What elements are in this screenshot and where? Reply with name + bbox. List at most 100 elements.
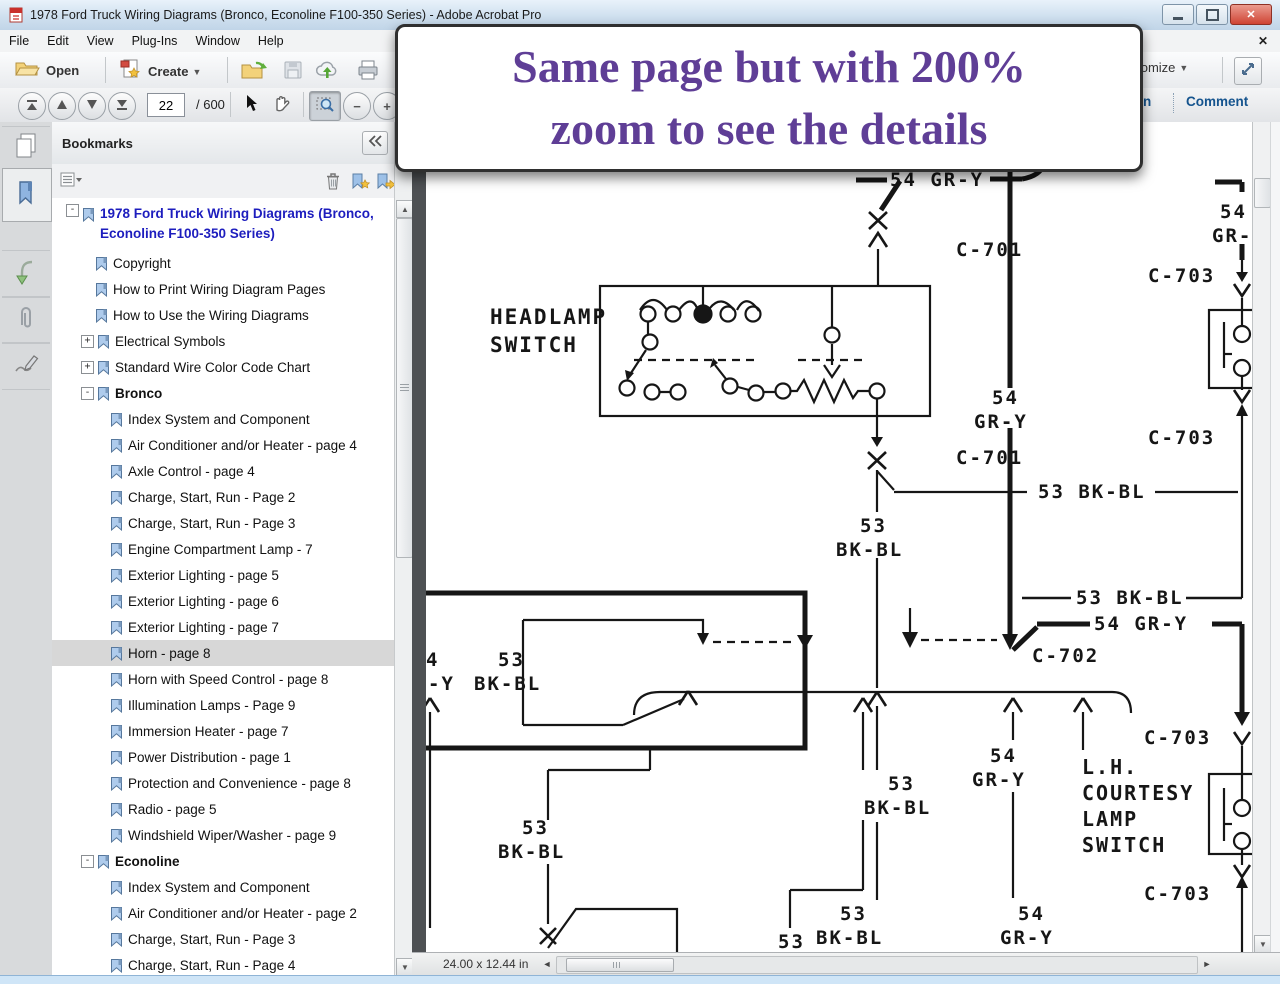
page-thumbnails-button[interactable] [2,126,50,170]
menu-view[interactable]: View [78,32,123,50]
attachments-button[interactable] [2,296,50,344]
open-button[interactable]: Open [14,58,79,83]
bookmark-item[interactable]: Horn with Speed Control - page 8 [52,666,394,692]
bookmark-item-label[interactable]: Copyright [113,256,171,271]
previous-page-button[interactable] [48,92,76,120]
vscroll-thumb[interactable] [1254,178,1271,208]
hand-tool-button[interactable] [266,91,296,119]
bookmark-item[interactable]: Exterior Lighting - page 7 [52,614,394,640]
bookmark-item[interactable]: - Econoline [52,848,394,874]
collapse-expander-icon[interactable]: - [81,387,94,400]
bookmark-item-label[interactable]: Axle Control - page 4 [128,464,255,479]
bookmark-item[interactable]: Immersion Heater - page 7 [52,718,394,744]
first-page-button[interactable] [18,92,46,120]
menu-window[interactable]: Window [186,32,248,50]
bookmark-item[interactable]: Axle Control - page 4 [52,458,394,484]
bookmark-item-label[interactable]: Index System and Component [128,880,310,895]
bookmark-item[interactable]: -1978 Ford Truck Wiring Diagrams (Bronco… [52,204,394,250]
tab-comment[interactable]: Comment [1186,94,1248,109]
bookmark-item[interactable]: + Standard Wire Color Code Chart [52,354,394,380]
bookmark-item-label[interactable]: Electrical Symbols [115,334,225,349]
bookmark-item[interactable]: How to Print Wiring Diagram Pages [52,276,394,302]
bookmark-item-label[interactable]: Power Distribution - page 1 [128,750,291,765]
bookmark-item-label[interactable]: Standard Wire Color Code Chart [115,360,310,375]
bookmark-item-label[interactable]: Charge, Start, Run - Page 4 [128,958,295,973]
hscroll-thumb[interactable] [566,958,674,972]
bookmark-item[interactable]: Horn - page 8 [52,640,394,666]
create-button[interactable]: Create ▼ [118,58,201,85]
bookmark-item[interactable]: Air Conditioner and/or Heater - page 2 [52,900,394,926]
menu-file[interactable]: File [0,32,38,50]
bookmark-item[interactable]: How to Use the Wiring Diagrams [52,302,394,328]
bookmark-item-label[interactable]: Air Conditioner and/or Heater - page 4 [128,438,357,453]
bookmark-item[interactable]: Charge, Start, Run - Page 3 [52,926,394,952]
delete-bookmark-button[interactable] [325,172,341,195]
bookmark-item[interactable]: Radio - page 5 [52,796,394,822]
bookmark-item[interactable]: Protection and Convenience - page 8 [52,770,394,796]
marquee-zoom-button[interactable] [309,91,341,121]
bookmark-item-label[interactable]: Air Conditioner and/or Heater - page 2 [128,906,357,921]
minimize-button[interactable] [1162,4,1194,25]
uturn-arrow-button[interactable] [2,250,50,298]
bookmark-item-label[interactable]: Exterior Lighting - page 6 [128,594,279,609]
bookmark-item-label[interactable]: Charge, Start, Run - Page 3 [128,516,295,531]
bookmark-item-label[interactable]: Horn with Speed Control - page 8 [128,672,328,687]
hscroll-right-button[interactable]: ► [1200,957,1214,971]
page-number-input[interactable] [147,93,185,117]
bookmark-item-label[interactable]: Immersion Heater - page 7 [128,724,289,739]
bookmark-item-label[interactable]: Exterior Lighting - page 5 [128,568,279,583]
hscroll-left-button[interactable]: ◄ [540,957,554,971]
bookmark-item[interactable]: Air Conditioner and/or Heater - page 4 [52,432,394,458]
bookmark-item-label[interactable]: Charge, Start, Run - Page 3 [128,932,295,947]
bookmark-item-label[interactable]: Horn - page 8 [128,646,211,661]
save-button[interactable] [282,59,304,86]
print-button[interactable] [356,59,380,86]
bookmark-item[interactable]: Illumination Lamps - Page 9 [52,692,394,718]
bookmark-item[interactable]: Charge, Start, Run - Page 3 [52,510,394,536]
scrollbar-thumb[interactable] [396,218,413,558]
bookmark-item-label[interactable]: Windshield Wiper/Washer - page 9 [128,828,336,843]
bookmark-item[interactable]: Charge, Start, Run - Page 2 [52,484,394,510]
collapse-expander-icon[interactable]: - [66,204,79,217]
close-menubar-icon[interactable]: ✕ [1258,34,1268,48]
fullscreen-button[interactable] [1234,57,1262,85]
bookmark-item[interactable]: Copyright [52,250,394,276]
expand-expander-icon[interactable]: + [81,335,94,348]
last-page-button[interactable] [108,92,136,120]
pdf-page[interactable]: HEADLAMPSWITCH54 GR-YC-70154GR-YC-70153 … [426,122,1252,952]
bookmarks-scrollbar[interactable]: ▲ ▼ [394,122,413,975]
bookmark-item[interactable]: Engine Compartment Lamp - 7 [52,536,394,562]
bookmark-item-label[interactable]: Charge, Start, Run - Page 2 [128,490,295,505]
bookmark-arrow-button[interactable] [375,172,396,196]
bookmark-item-label[interactable]: Econoline [115,854,180,869]
collapse-panel-button[interactable] [362,131,388,155]
next-page-button[interactable] [78,92,106,120]
bookmark-item-label[interactable]: Bronco [115,386,162,401]
bookmark-item[interactable]: Windshield Wiper/Washer - page 9 [52,822,394,848]
new-bookmark-button[interactable] [350,172,371,196]
bookmark-item[interactable]: Power Distribution - page 1 [52,744,394,770]
zoom-out-button[interactable]: − [343,92,371,120]
bookmark-item-label[interactable]: Exterior Lighting - page 7 [128,620,279,635]
menu-edit[interactable]: Edit [38,32,78,50]
menu-plugins[interactable]: Plug-Ins [123,32,187,50]
bookmarks-panel-button[interactable] [2,168,52,222]
bookmark-item[interactable]: + Electrical Symbols [52,328,394,354]
document-hscrollbar[interactable] [556,956,1198,974]
upload-cloud-button[interactable] [314,59,341,86]
maximize-button[interactable] [1196,4,1228,25]
bookmark-item-label[interactable]: Radio - page 5 [128,802,217,817]
document-vscrollbar[interactable]: ▼ [1252,122,1271,952]
bookmark-item-label[interactable]: How to Print Wiring Diagram Pages [113,282,325,297]
bookmark-options-button[interactable] [60,172,82,192]
bookmark-item[interactable]: Index System and Component [52,874,394,900]
combine-files-button[interactable] [240,59,267,86]
select-tool-button[interactable] [236,91,266,119]
collapse-expander-icon[interactable]: - [81,855,94,868]
bookmark-item[interactable]: Charge, Start, Run - Page 4 [52,952,394,975]
bookmark-item[interactable]: - Bronco [52,380,394,406]
expand-expander-icon[interactable]: + [81,361,94,374]
menu-help[interactable]: Help [249,32,293,50]
bookmark-item-label[interactable]: Index System and Component [128,412,310,427]
close-button[interactable]: ✕ [1230,4,1272,25]
